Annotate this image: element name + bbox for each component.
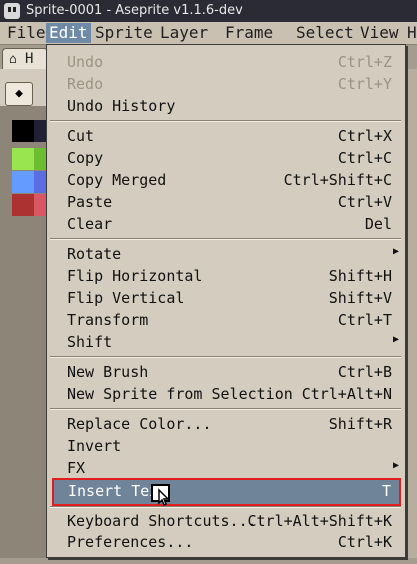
menu-item-copy-merged[interactable]: Copy Merged Ctrl+Shift+C <box>51 169 400 191</box>
menu-item-shortcut: Shift+H <box>328 267 392 285</box>
palette-swatch[interactable] <box>12 194 34 216</box>
menu-item-flip-vertical[interactable]: Flip Vertical Shift+V <box>51 287 400 309</box>
edit-menu: Undo Ctrl+Z Redo Ctrl+Y Undo History Cut… <box>46 44 406 558</box>
menu-item-insert-text[interactable]: Insert Text T <box>52 478 401 506</box>
menu-separator <box>50 238 401 240</box>
status-strip <box>0 558 417 564</box>
menu-item-label: Redo <box>67 75 104 93</box>
menu-item-shortcut: Ctrl+Z <box>337 53 392 71</box>
tab-home[interactable]: ⌂ H <box>2 48 48 70</box>
menu-bar: File Edit Sprite Layer Frame Select View… <box>0 22 417 45</box>
menu-item-label: Flip Horizontal <box>67 267 203 285</box>
menu-item-label: New Brush <box>67 363 149 381</box>
menu-item-shortcut: Ctrl+K <box>337 533 392 551</box>
menu-item-copy[interactable]: Copy Ctrl+C <box>51 147 400 169</box>
menu-item-label: Flip Vertical <box>67 289 185 307</box>
menu-item-label: Paste <box>67 193 113 211</box>
menu-item-shortcut: Ctrl+Shift+C <box>283 171 392 189</box>
color-palette-panel <box>0 106 56 564</box>
tab-home-label: H <box>25 51 34 67</box>
menu-item-replace-color[interactable]: Replace Color... Shift+R <box>51 413 400 435</box>
menu-item-clear[interactable]: Clear Del <box>51 213 400 235</box>
menu-sprite[interactable]: Sprite <box>92 23 156 43</box>
menu-item-shortcut: Shift+V <box>328 289 392 307</box>
menu-layer[interactable]: Layer <box>157 23 211 43</box>
menu-item-shortcut: Ctrl+V <box>337 193 392 211</box>
submenu-arrow-icon: ▶ <box>392 334 399 345</box>
menu-item-preferences[interactable]: Preferences... Ctrl+K <box>51 531 400 553</box>
menu-item-label: Undo History <box>67 97 176 115</box>
menu-item-label: Clear <box>67 215 113 233</box>
menu-item-transform[interactable]: Transform Ctrl+T <box>51 309 400 331</box>
aseprite-logo-icon <box>4 3 20 19</box>
menu-item-shift[interactable]: Shift ▶ <box>51 331 400 353</box>
menu-item-rotate[interactable]: Rotate ▶ <box>51 243 400 265</box>
menu-item-label: Copy Merged <box>67 171 167 189</box>
menu-separator <box>50 120 401 122</box>
menu-item-label: FX <box>67 459 86 477</box>
menu-item-shortcut: Ctrl+Alt+N <box>301 385 392 403</box>
menu-item-label: Undo <box>67 53 104 71</box>
menu-item-label: Shift <box>67 333 113 351</box>
menu-edit[interactable]: Edit <box>46 23 91 43</box>
menu-item-shortcut: Ctrl+Y <box>337 75 392 93</box>
menu-item-undo-history[interactable]: Undo History <box>51 95 400 117</box>
palette-swatch[interactable] <box>12 148 34 170</box>
menu-file[interactable]: File <box>4 23 49 43</box>
menu-item-fx[interactable]: FX ▶ <box>51 457 400 479</box>
menu-item-shortcut: Ctrl+X <box>337 127 392 145</box>
menu-frame[interactable]: Frame <box>222 23 276 43</box>
menu-item-label: Invert <box>67 437 122 455</box>
menu-item-shortcut: Ctrl+Alt+Shift+K <box>247 512 393 530</box>
palette-swatch[interactable] <box>12 120 34 142</box>
submenu-arrow-icon: ▶ <box>392 460 399 471</box>
menu-item-label: Keyboard Shortcuts... <box>67 512 257 530</box>
mouse-pointer-icon <box>151 484 170 506</box>
palette-swatch[interactable] <box>12 171 34 193</box>
menu-item-undo[interactable]: Undo Ctrl+Z <box>51 51 400 73</box>
menu-separator <box>50 356 401 358</box>
house-icon: ⌂ <box>9 52 17 67</box>
menu-item-shortcut: Ctrl+B <box>337 363 392 381</box>
menu-item-label: Copy <box>67 149 104 167</box>
menu-item-new-brush[interactable]: New Brush Ctrl+B <box>51 361 400 383</box>
menu-item-label: Transform <box>67 311 149 329</box>
menu-item-flip-horizontal[interactable]: Flip Horizontal Shift+H <box>51 265 400 287</box>
menu-item-paste[interactable]: Paste Ctrl+V <box>51 191 400 213</box>
menu-select[interactable]: Select <box>293 23 357 43</box>
submenu-arrow-icon: ▶ <box>392 246 399 257</box>
menu-item-label: Replace Color... <box>67 415 212 433</box>
menu-item-keyboard-shortcuts[interactable]: Keyboard Shortcuts... Ctrl+Alt+Shift+K <box>51 510 400 532</box>
menu-item-shortcut: Ctrl+C <box>337 149 392 167</box>
menu-item-shortcut: Del <box>364 215 392 233</box>
eraser-icon[interactable]: ◆ <box>5 82 33 106</box>
menu-item-redo[interactable]: Redo Ctrl+Y <box>51 73 400 95</box>
menu-item-shortcut: T <box>381 482 391 500</box>
title-bar: Sprite-0001 - Aseprite v1.1.6-dev <box>0 0 417 22</box>
menu-separator <box>50 408 401 410</box>
menu-view[interactable]: View <box>357 23 402 43</box>
menu-item-cut[interactable]: Cut Ctrl+X <box>51 125 400 147</box>
menu-item-invert[interactable]: Invert <box>51 435 400 457</box>
side-strip <box>405 69 417 564</box>
menu-item-shortcut: Shift+R <box>328 415 392 433</box>
menu-item-new-sprite-from-selection[interactable]: New Sprite from Selection Ctrl+Alt+N <box>51 383 400 405</box>
menu-item-label: Cut <box>67 127 95 145</box>
menu-item-label: Rotate <box>67 245 122 263</box>
menu-help[interactable]: H <box>404 23 417 43</box>
window-title: Sprite-0001 - Aseprite v1.1.6-dev <box>26 3 243 18</box>
menu-item-label: Preferences... <box>67 533 194 551</box>
menu-separator <box>50 506 401 508</box>
menu-item-label: New Sprite from Selection <box>67 385 293 403</box>
menu-item-shortcut: Ctrl+T <box>337 311 392 329</box>
